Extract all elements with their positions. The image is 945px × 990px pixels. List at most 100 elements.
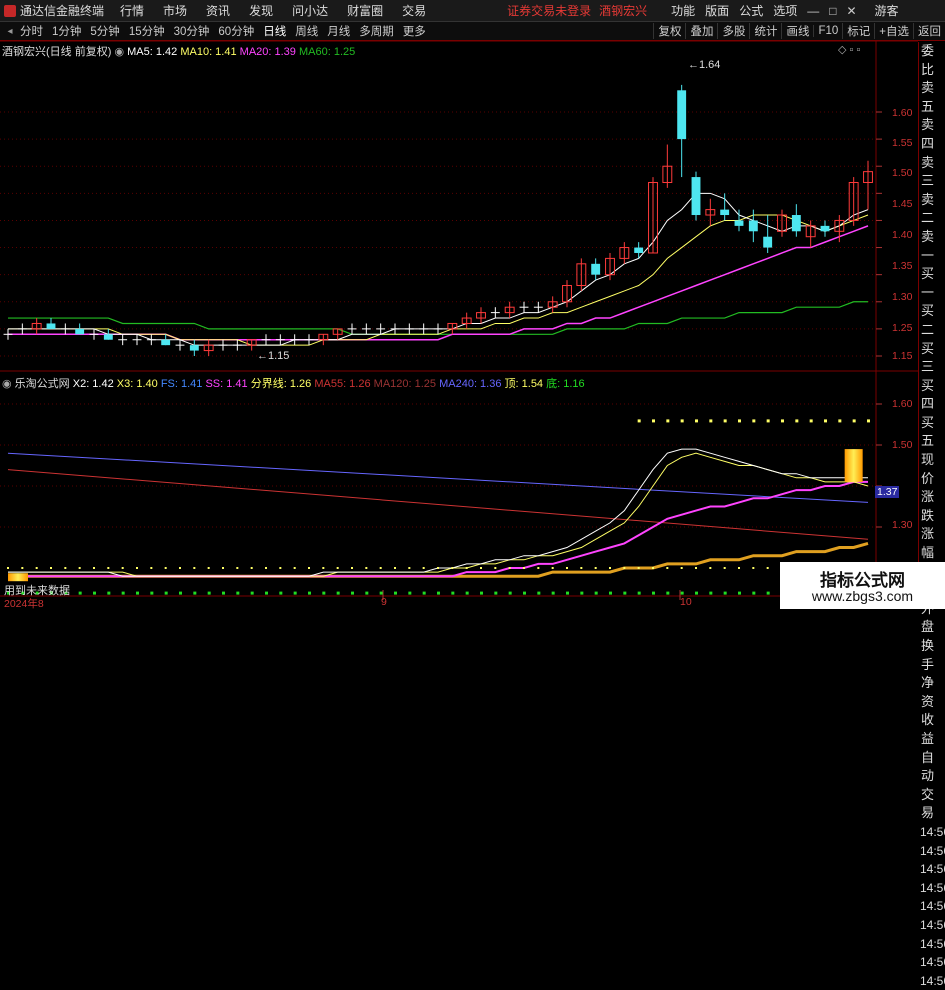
mid-dot bbox=[336, 567, 339, 569]
bottom-dot bbox=[480, 591, 483, 595]
trade-time: 14:56 bbox=[920, 824, 945, 839]
quote-label: 收益 bbox=[921, 712, 935, 746]
mid-dot bbox=[551, 567, 554, 569]
signal-bar bbox=[8, 573, 28, 582]
chart-grid bbox=[0, 40, 918, 600]
axis-tick-label: 1.45 bbox=[892, 198, 913, 210]
sub-indicator-lines bbox=[7, 448, 869, 582]
mid-dot bbox=[21, 567, 24, 569]
mid-dot bbox=[207, 567, 210, 569]
ma60-label: MA60: 1.25 bbox=[298, 46, 356, 58]
bottom-dot bbox=[422, 591, 426, 595]
bottom-dot bbox=[465, 591, 469, 595]
mid-dot bbox=[738, 567, 740, 569]
kline-chart[interactable] bbox=[0, 0, 945, 609]
candle-body bbox=[763, 236, 773, 248]
mid-dot bbox=[308, 567, 310, 569]
sub-axis-tick-label: 1.60 bbox=[892, 398, 913, 410]
quote-label: 卖五 bbox=[921, 80, 935, 114]
x2-label: X2: 1.42 bbox=[72, 378, 114, 390]
axis-tick-label: 1.50 bbox=[892, 167, 913, 179]
candle-body bbox=[791, 215, 801, 232]
candle-body bbox=[677, 90, 687, 140]
ss-label: SS: 1.41 bbox=[205, 378, 248, 390]
axis-tick-label: 1.40 bbox=[892, 229, 913, 241]
mid-dot bbox=[93, 567, 95, 569]
bottom-dot bbox=[408, 591, 412, 595]
mid-dot bbox=[752, 567, 755, 569]
bottom-dot bbox=[752, 591, 756, 595]
quote-label: 委比 bbox=[921, 43, 935, 77]
info-toggle-icon[interactable]: ◉ bbox=[114, 46, 124, 58]
fjx-label: 分界线: 1.26 bbox=[250, 378, 312, 390]
candle-body bbox=[591, 263, 601, 275]
mid-dot bbox=[537, 567, 540, 569]
bottom-dot bbox=[78, 591, 82, 595]
bottom-dot bbox=[508, 591, 512, 595]
bottom-dot bbox=[451, 591, 455, 595]
mid-dot bbox=[680, 567, 683, 569]
candle-body bbox=[75, 328, 85, 335]
chart-title: 酒钢宏兴(日线 前复权) bbox=[2, 46, 112, 58]
trade-time: 14:56 bbox=[920, 917, 945, 932]
sub-info-line: ◉ 乐淘公式网 X2: 1.42 X3: 1.40 FS: 1.41 SS: 1… bbox=[2, 375, 585, 391]
sub-axis-tick-label: 1.30 bbox=[892, 519, 913, 531]
bottom-dot bbox=[365, 591, 369, 595]
quote-panel: 委比卖五卖四卖三卖二卖一买一买二买三买四买五现价涨跌涨幅总量外盘换手净资收益自动… bbox=[918, 42, 945, 988]
trade-time: 14:56 bbox=[920, 899, 945, 914]
top-dot bbox=[852, 419, 856, 423]
mid-dot bbox=[78, 567, 81, 569]
mid-dot bbox=[566, 567, 568, 569]
bottom-dot bbox=[322, 591, 326, 595]
sub-info-toggle-icon[interactable]: ◉ bbox=[2, 378, 12, 390]
bottom-dot bbox=[609, 591, 612, 595]
ma10-label: MA10: 1.41 bbox=[180, 46, 237, 58]
trade-time: 14:56 bbox=[920, 955, 945, 970]
mid-dot bbox=[594, 567, 597, 569]
axis-tick-label: 1.15 bbox=[892, 350, 913, 362]
axis-tick-label: 1.55 bbox=[892, 137, 913, 149]
top-dot bbox=[652, 419, 655, 423]
candle-body bbox=[691, 177, 701, 216]
top-dot bbox=[637, 419, 641, 423]
mid-dot bbox=[766, 567, 769, 569]
candle-body bbox=[46, 323, 56, 329]
bottom-dot bbox=[207, 591, 211, 595]
mid-dot bbox=[322, 567, 325, 569]
mid-dot bbox=[150, 567, 153, 569]
mid-dot bbox=[136, 567, 138, 569]
mid-dot bbox=[652, 567, 654, 569]
bottom-dot bbox=[766, 591, 770, 595]
top-dot bbox=[695, 419, 698, 423]
bottom-dot bbox=[279, 591, 283, 595]
fs-label: FS: 1.41 bbox=[160, 378, 203, 390]
low-price-note: ←1.15 bbox=[257, 350, 290, 362]
bottom-dot bbox=[236, 591, 240, 595]
top-dot bbox=[867, 419, 870, 423]
candle-body bbox=[820, 225, 830, 232]
mid-dot bbox=[451, 567, 454, 569]
quote-label: 现价 bbox=[921, 452, 935, 486]
mid-dot bbox=[723, 567, 726, 569]
chart-settings-icons[interactable]: ◇ ▫ ▫ bbox=[838, 43, 860, 56]
mid-dot bbox=[637, 567, 640, 569]
mid-dot bbox=[164, 567, 167, 569]
main-info-line: 酒钢宏兴(日线 前复权) ◉ MA5: 1.42 MA10: 1.41 MA20… bbox=[2, 43, 355, 59]
quote-label: 买二 bbox=[921, 303, 935, 337]
mid-dot bbox=[523, 567, 525, 569]
mid-dot bbox=[351, 567, 353, 569]
top-dot bbox=[809, 419, 813, 423]
current-value-tag: 1.37 bbox=[875, 486, 900, 498]
top-dot bbox=[666, 419, 670, 423]
mid-dot bbox=[394, 567, 396, 569]
quote-label: 买五 bbox=[921, 414, 935, 449]
bottom-dot bbox=[293, 591, 297, 595]
quote-label: 买一 bbox=[921, 266, 935, 300]
mid-dot bbox=[50, 567, 52, 569]
bottom-dot bbox=[121, 591, 125, 595]
mid-dot bbox=[179, 567, 181, 569]
mid-dot bbox=[465, 567, 468, 569]
ma240-label: MA240: 1.36 bbox=[439, 378, 502, 390]
candle-body bbox=[720, 209, 730, 216]
mid-dot bbox=[222, 567, 224, 569]
